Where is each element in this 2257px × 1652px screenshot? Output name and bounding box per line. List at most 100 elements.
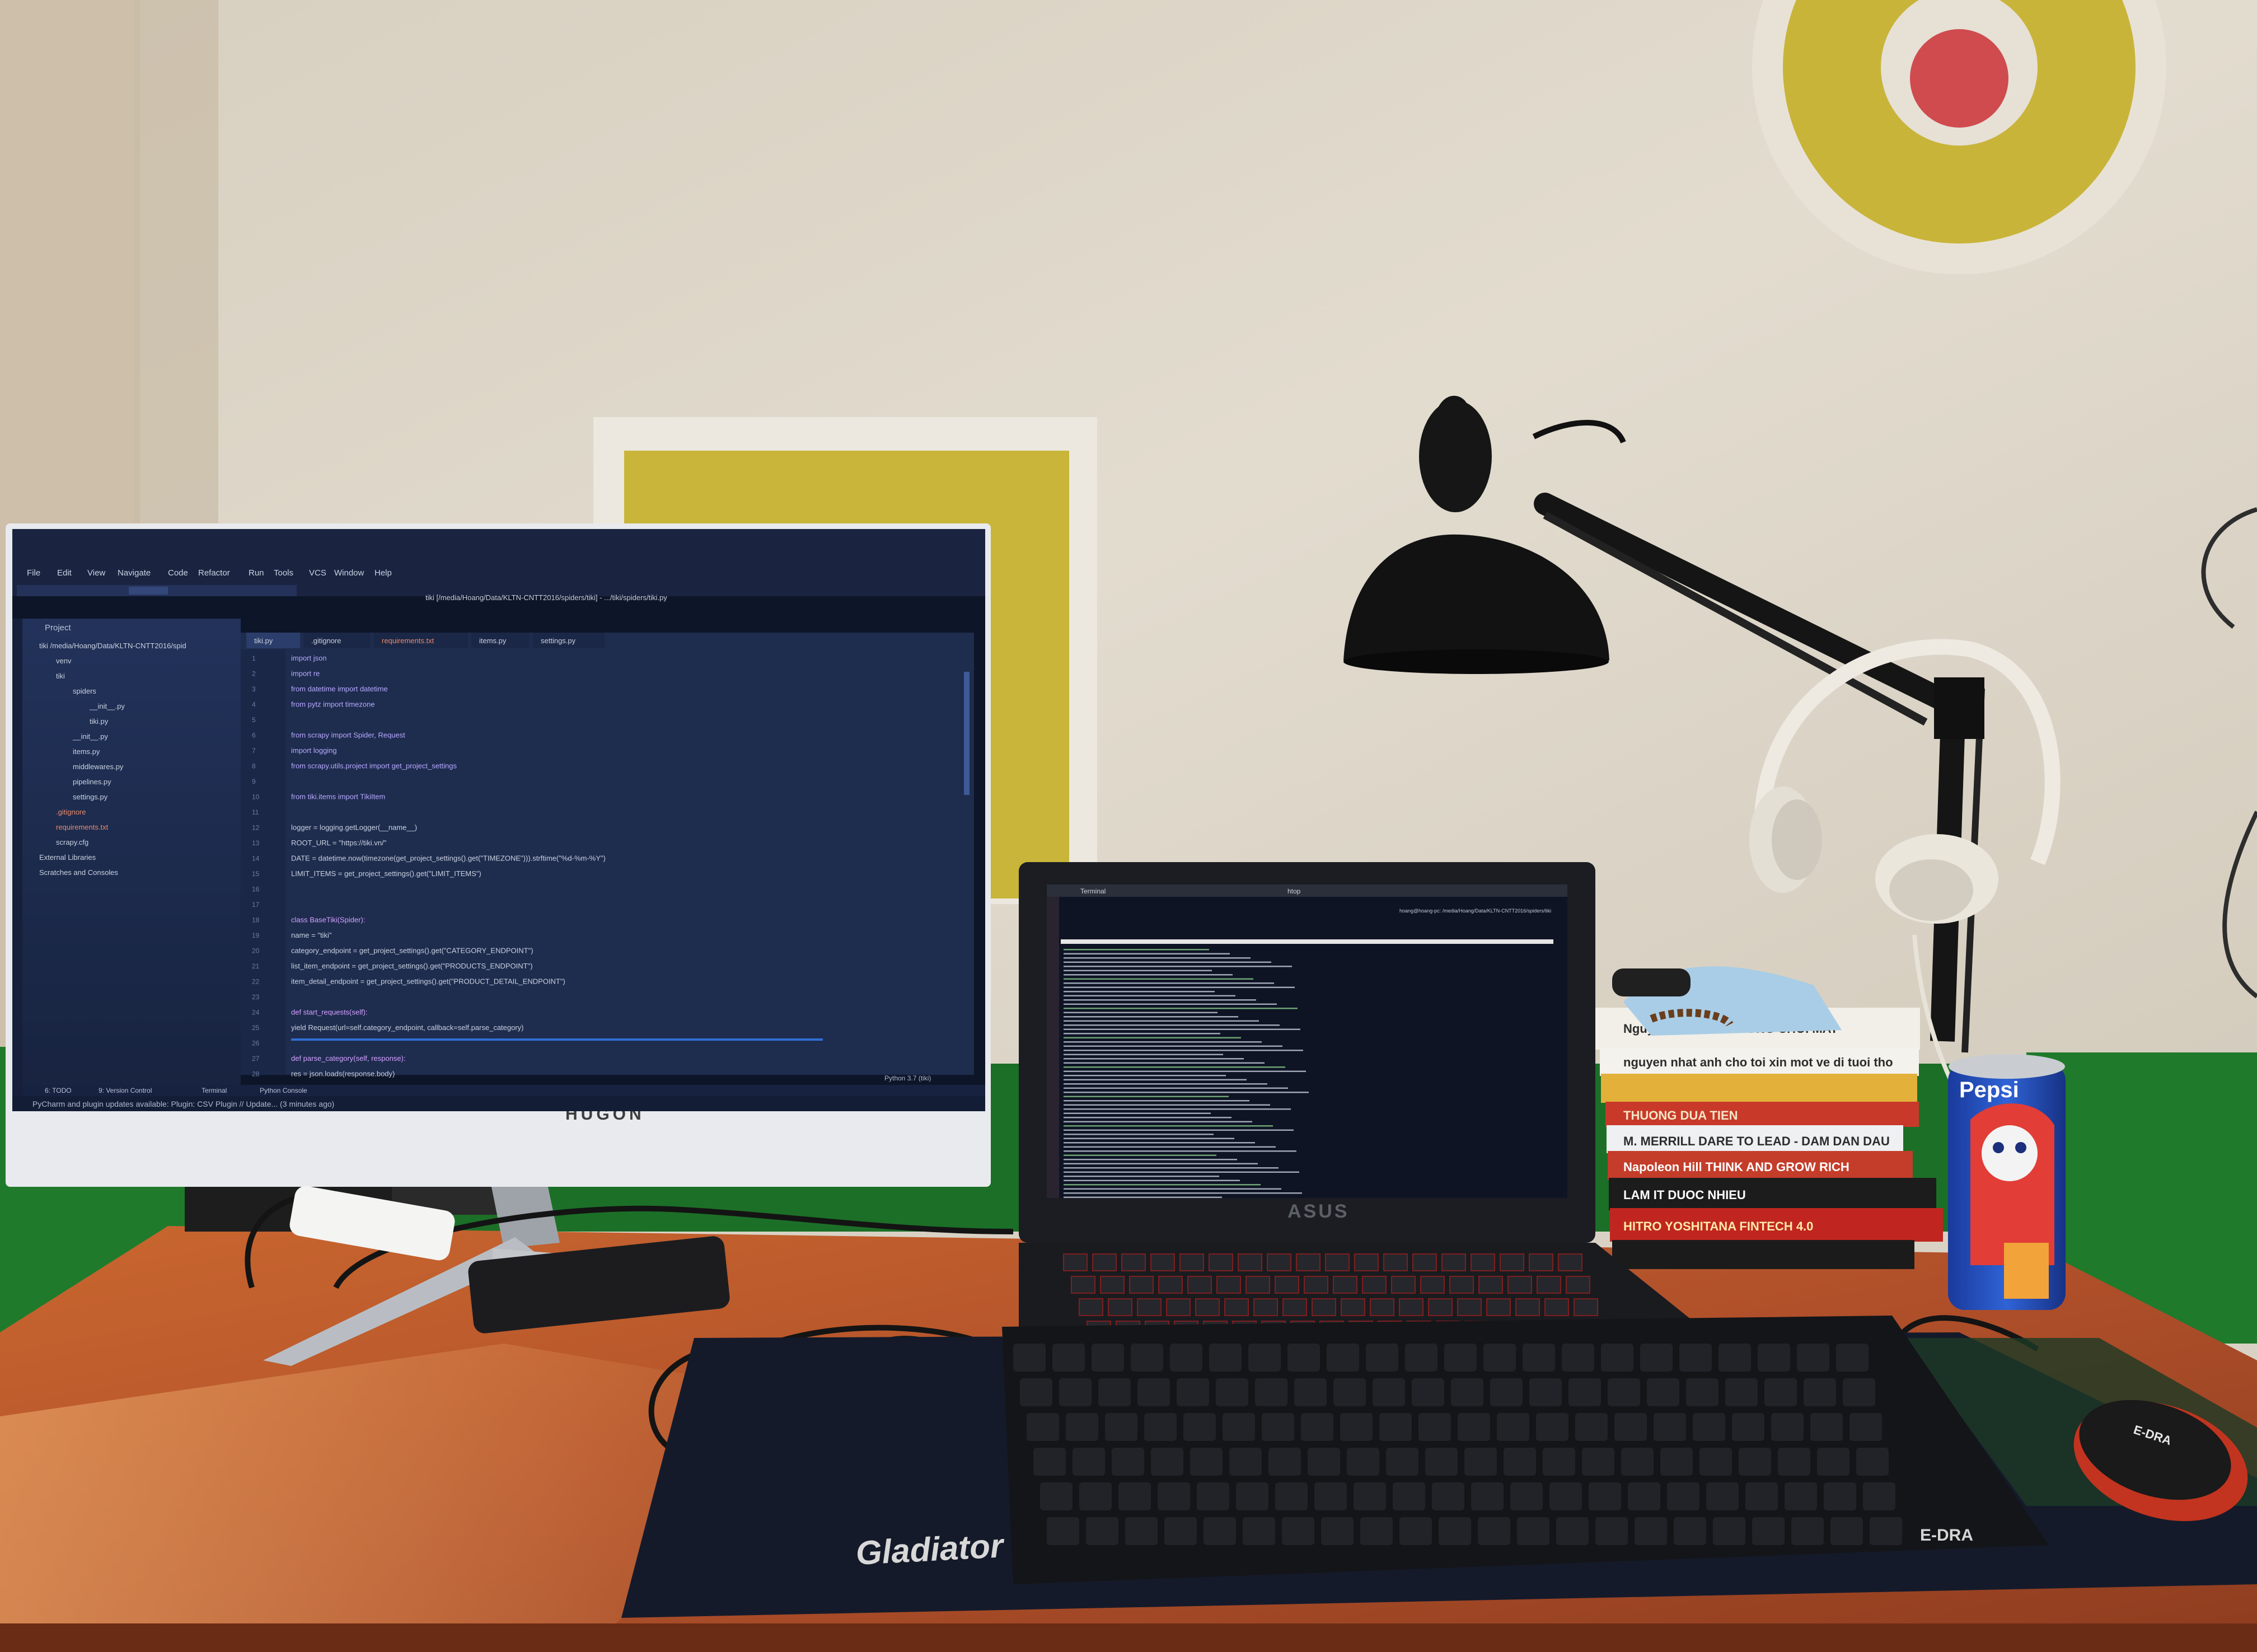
menu-item-refactor[interactable]: Refactor [198,568,230,578]
tree-item[interactable]: middlewares.py [73,762,124,771]
keyboard-key [1373,1378,1405,1406]
keyboard-key [1040,1482,1073,1510]
tree-item[interactable]: Scratches and Consoles [39,868,118,877]
keyboard-key [1589,1482,1621,1510]
menu-item-navigate[interactable]: Navigate [118,568,151,578]
keyboard-key [1268,1448,1301,1476]
keyboard-key [1510,1482,1543,1510]
editor-scrollbar[interactable] [964,672,970,795]
htop-row [1064,1104,1270,1106]
htop-row [1064,1066,1285,1068]
menu-item-view[interactable]: View [87,568,105,578]
keyboard-key [1262,1413,1294,1441]
keyboard-key [1027,1413,1059,1441]
status-interpreter: Python 3.7 (tiki) [884,1074,931,1082]
keyboard-key [1667,1482,1699,1510]
editor-tab[interactable]: tiki.py [254,637,273,645]
keyboard-key [1020,1378,1052,1406]
keyboard-key [1204,1517,1236,1545]
code-line: import re [291,670,320,678]
bottom-tab[interactable]: 6: TODO [45,1087,72,1094]
line-number: 15 [252,870,260,878]
line-number: 13 [252,839,260,847]
tree-item[interactable]: settings.py [73,793,108,801]
tree-item[interactable]: items.py [73,747,100,756]
tree-item[interactable]: tiki [56,672,65,680]
htop-row [1064,1184,1261,1186]
bottom-tab[interactable]: Terminal [202,1087,227,1094]
keyboard-key [1536,1413,1568,1441]
keyboard-key [1471,1482,1504,1510]
laptop-key [1129,1276,1154,1294]
menu-item-window[interactable]: Window [334,568,364,578]
tree-item[interactable]: tiki /media/Hoang/Data/KLTN-CNTT2016/spi… [39,642,186,650]
bottom-tab[interactable]: 9: Version Control [99,1087,152,1094]
menu-item-tools[interactable]: Tools [274,568,293,578]
htop-row [1064,1176,1219,1177]
keyboard-key [1556,1517,1589,1545]
htop-row [1064,1062,1265,1064]
laptop-key [1457,1298,1482,1316]
menu-item-help[interactable]: Help [374,568,392,578]
menu-item-vcs[interactable]: VCS [309,568,326,578]
keyboard-key [1236,1482,1268,1510]
code-line: category_endpoint = get_project_settings… [291,947,533,955]
htop-row [1064,1037,1241,1038]
editor-tab[interactable]: requirements.txt [382,637,434,645]
htop-row [1064,1083,1267,1085]
laptop-key [1209,1253,1233,1271]
htop-row [1064,978,1253,980]
keyboard-key [1693,1413,1725,1441]
laptop-key [1079,1298,1103,1316]
keyboard-key [1549,1482,1582,1510]
tree-item[interactable]: pipelines.py [73,778,111,786]
keyboard-key [1393,1482,1425,1510]
editor-tab[interactable]: items.py [479,637,507,645]
keyboard-key [1183,1413,1216,1441]
laptop-key [1216,1276,1241,1294]
laptop-key [1121,1253,1146,1271]
bottom-tab[interactable]: Python Console [260,1087,307,1094]
tree-item[interactable]: External Libraries [39,853,96,862]
menu-item-run[interactable]: Run [249,568,264,578]
menu-item-code[interactable]: Code [168,568,188,578]
tree-item[interactable]: venv [56,657,72,665]
laptop-key [1537,1276,1561,1294]
tree-item[interactable]: tiki.py [90,717,109,726]
editor-tab[interactable]: settings.py [541,637,576,645]
keyboard-key [1425,1448,1458,1476]
tree-item[interactable]: .gitignore [56,808,86,816]
line-number: 11 [252,808,259,816]
keyboard-key [1764,1378,1797,1406]
htop-row [1064,1146,1276,1148]
keyboard-key [1614,1413,1647,1441]
tree-item[interactable]: scrapy.cfg [56,838,88,846]
laptop-key [1486,1298,1511,1316]
keyboard-key [1059,1378,1092,1406]
htop-row [1064,966,1292,967]
laptop-key [1092,1253,1117,1271]
laptop-key [1100,1276,1125,1294]
tree-item[interactable]: spiders [73,687,96,695]
htop-row [1064,1171,1299,1173]
htop-row [1064,974,1233,976]
laptop-key [1195,1298,1220,1316]
keyboard-key [1131,1344,1163,1372]
line-number: 25 [252,1024,260,1032]
tree-item[interactable]: __init__.py [89,702,125,710]
htop-row [1064,1079,1247,1080]
tree-item[interactable]: requirements.txt [56,823,109,831]
keyboard-key [1308,1448,1340,1476]
keyboard-key [1863,1482,1895,1510]
keyboard-key [1118,1482,1151,1510]
code-line: def parse_category(self, response): [291,1054,406,1063]
line-number: 21 [252,962,260,970]
editor-tab[interactable]: .gitignore [311,637,341,645]
tree-item[interactable]: __init__.py [72,732,108,741]
code-line: import json [291,654,327,662]
htop-row [1064,999,1256,1001]
menu-item-file[interactable]: File [27,568,40,578]
menu-item-edit[interactable]: Edit [57,568,72,578]
laptop-key [1150,1253,1175,1271]
keyboard-key [1177,1378,1209,1406]
